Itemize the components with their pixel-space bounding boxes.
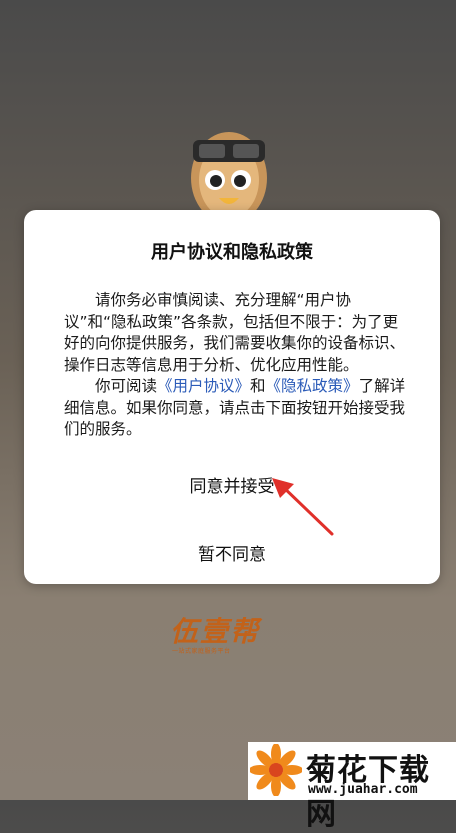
- dialog-body: 请你务必审慎阅读、充分理解“用户协议”和“隐私政策”各条款，包括但不限于：为了更…: [64, 290, 412, 441]
- logo-text: 伍壹帮: [170, 615, 261, 648]
- dialog-title: 用户协议和隐私政策: [151, 242, 313, 263]
- paragraph-2-and: 和: [250, 377, 266, 395]
- dialog-paragraph-1: 请你务必审慎阅读、充分理解“用户协议”和“隐私政策”各条款，包括但不限于：为了更…: [64, 291, 406, 374]
- mascot-image: [191, 132, 267, 218]
- logo-subtext: 一站式家庭服务平台: [172, 648, 231, 655]
- agree-button[interactable]: 同意并接受: [24, 472, 440, 497]
- paragraph-2-lead: 你可阅读: [95, 377, 158, 395]
- app-logo: 伍壹帮 一站式家庭服务平台: [160, 606, 296, 656]
- privacy-dialog: 用户协议和隐私政策 请你务必审慎阅读、充分理解“用户协议”和“隐私政策”各条款，…: [24, 210, 440, 584]
- annotation-arrow-icon: [272, 478, 334, 536]
- watermark-url: www.juahar.com: [308, 782, 418, 797]
- dialog-paragraph-2: 你可阅读《用户协议》和《隐私政策》了解详细信息。如果你同意，请点击下面按钮开始接…: [64, 376, 412, 441]
- user-agreement-link[interactable]: 《用户协议》: [157, 377, 250, 395]
- disagree-button[interactable]: 暂不同意: [24, 540, 440, 565]
- watermark: 菊花下载网 www.juahar.com: [248, 742, 456, 832]
- privacy-policy-link[interactable]: 《隐私政策》: [266, 377, 359, 395]
- flower-icon: [250, 744, 302, 796]
